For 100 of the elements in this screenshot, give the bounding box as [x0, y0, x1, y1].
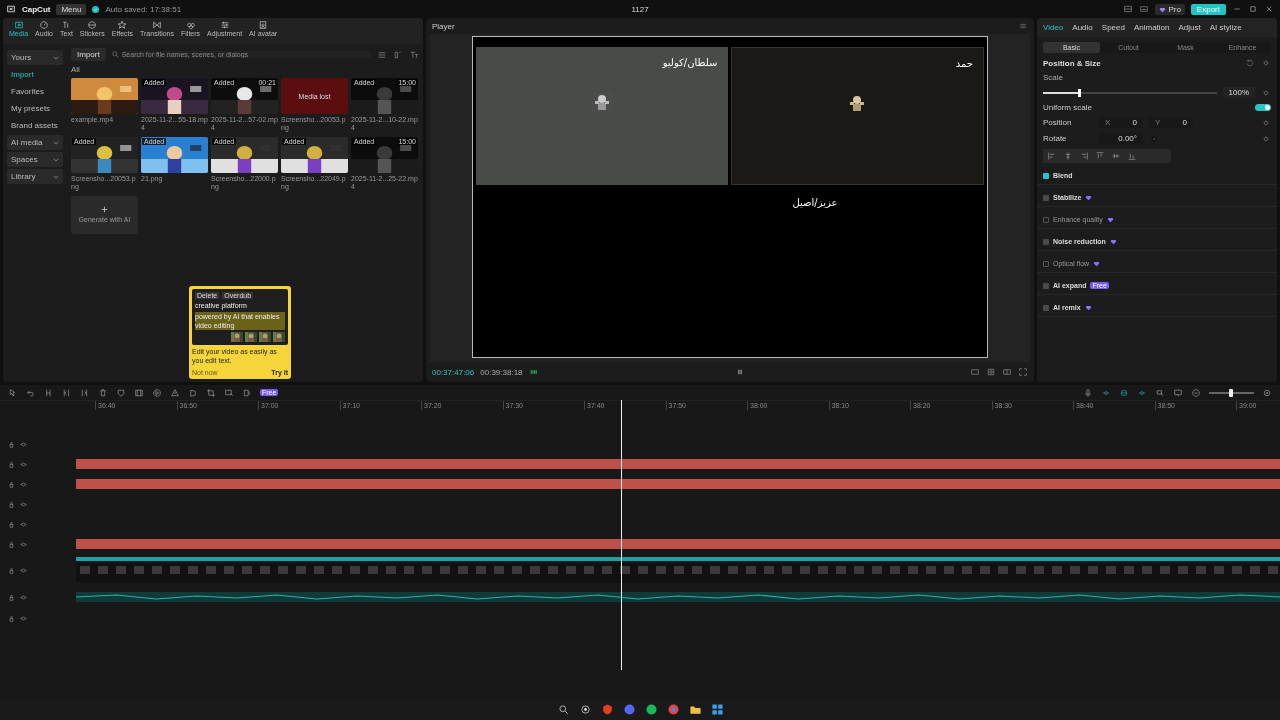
shield-icon[interactable]: [600, 702, 614, 716]
checkbox[interactable]: [1043, 304, 1049, 311]
crop-icon[interactable]: [986, 367, 996, 377]
tool-icon[interactable]: [1083, 387, 1093, 398]
align-icon[interactable]: [1111, 151, 1121, 161]
media-thumbnail[interactable]: [71, 78, 138, 114]
scale-value[interactable]: 100%: [1222, 87, 1255, 98]
video-clip[interactable]: [76, 557, 1280, 583]
slider-thumb[interactable]: [1228, 388, 1233, 397]
rotate-field[interactable]: 0.00°: [1099, 133, 1143, 144]
tool-icon[interactable]: [116, 387, 126, 398]
layout-icon[interactable]: [1002, 367, 1012, 377]
lock-icon[interactable]: [8, 480, 15, 488]
y-field[interactable]: Y 0: [1149, 117, 1193, 128]
tool-icon[interactable]: [1173, 387, 1183, 398]
align-icon[interactable]: [1063, 151, 1073, 161]
menu-button[interactable]: Menu: [56, 3, 87, 15]
text-clip[interactable]: [76, 539, 1280, 549]
tool-icon[interactable]: [98, 387, 108, 398]
lock-icon[interactable]: [8, 614, 15, 622]
inspector-tab[interactable]: Adjust: [1178, 23, 1201, 32]
checkbox[interactable]: [1043, 194, 1049, 201]
gear-icon[interactable]: [578, 702, 592, 716]
layout-icon[interactable]: [1123, 4, 1134, 14]
close-icon[interactable]: [1264, 4, 1274, 14]
lock-icon[interactable]: [8, 566, 15, 574]
eye-icon[interactable]: [20, 440, 27, 448]
audio-waveform[interactable]: [76, 592, 1280, 602]
checkbox[interactable]: [1043, 282, 1049, 289]
keyframe-icon[interactable]: [1261, 87, 1271, 98]
eye-icon[interactable]: [20, 540, 27, 548]
toggle-switch[interactable]: [1255, 104, 1271, 111]
lock-icon[interactable]: [8, 500, 15, 508]
scale-slider[interactable]: [1043, 91, 1217, 94]
align-icon[interactable]: [1047, 151, 1057, 161]
sidebar-item[interactable]: My presets: [7, 101, 63, 116]
inspector-tab[interactable]: Video: [1043, 23, 1064, 32]
tool-icon[interactable]: [62, 387, 72, 398]
search-icon[interactable]: [556, 702, 570, 716]
align-icon[interactable]: [1095, 151, 1105, 161]
inspector-tab[interactable]: AI stylize: [1209, 23, 1242, 32]
tool-icon[interactable]: [242, 387, 252, 398]
tool-icon[interactable]: [170, 387, 180, 398]
sidebar-item[interactable]: AI media: [7, 135, 63, 150]
inspector-tab[interactable]: Speed: [1101, 23, 1125, 32]
sidebar-item[interactable]: Favorites: [7, 84, 63, 99]
zoom-slider[interactable]: [1209, 391, 1254, 394]
slider-thumb[interactable]: [1078, 88, 1082, 97]
eye-icon[interactable]: [20, 480, 27, 488]
tool-icon[interactable]: [134, 387, 144, 398]
sidebar-item[interactable]: Yours: [7, 50, 63, 65]
eye-icon[interactable]: [20, 460, 27, 468]
tool-icon[interactable]: [152, 387, 162, 398]
fullscreen-icon[interactable]: [1018, 367, 1028, 377]
tool-icon[interactable]: [44, 387, 54, 398]
lock-icon[interactable]: [8, 460, 15, 468]
lock-icon[interactable]: [8, 520, 15, 528]
eye-icon[interactable]: [20, 520, 27, 528]
x-field[interactable]: X 0: [1099, 117, 1143, 128]
inspector-tab[interactable]: Audio: [1072, 23, 1093, 32]
tool-icon[interactable]: [224, 387, 234, 398]
tool-icon[interactable]: [1191, 387, 1201, 398]
eye-icon[interactable]: [20, 500, 27, 508]
sidebar-item[interactable]: Import: [7, 67, 63, 82]
windows-icon[interactable]: [710, 702, 724, 716]
tool-icon[interactable]: [1155, 387, 1165, 398]
lock-icon[interactable]: [8, 540, 15, 548]
align-icon[interactable]: [1127, 151, 1137, 161]
checkbox[interactable]: [1043, 238, 1049, 245]
import-button[interactable]: Import: [71, 48, 106, 61]
checkbox[interactable]: [1043, 172, 1049, 179]
lock-icon[interactable]: [8, 593, 15, 601]
chat-icon[interactable]: [622, 702, 636, 716]
keyboard-icon[interactable]: [1139, 4, 1150, 14]
sidebar-item[interactable]: Brand assets: [7, 118, 63, 133]
view-icon[interactable]: [393, 49, 403, 60]
sidebar-item[interactable]: Library: [7, 169, 63, 184]
inspector-tab[interactable]: Animation: [1133, 23, 1170, 32]
eye-icon[interactable]: [20, 593, 27, 601]
tool-icon[interactable]: [8, 387, 18, 398]
lock-icon[interactable]: [8, 440, 15, 448]
zoom-in-icon[interactable]: [1262, 387, 1272, 398]
tool-icon[interactable]: [188, 387, 198, 398]
sort-icon[interactable]: [377, 49, 387, 60]
keyframe-icon[interactable]: [1261, 58, 1271, 68]
tool-icon[interactable]: [80, 387, 90, 398]
keyframe-icon[interactable]: [1261, 133, 1271, 144]
align-icon[interactable]: [1079, 151, 1089, 161]
tool-icon[interactable]: [206, 387, 216, 398]
browser-icon[interactable]: [666, 702, 680, 716]
maximize-icon[interactable]: [1248, 4, 1258, 14]
text-clip[interactable]: [76, 459, 1280, 469]
keyframe-icon[interactable]: [1261, 117, 1271, 128]
eye-icon[interactable]: [20, 566, 27, 574]
text-size-icon[interactable]: [409, 49, 419, 60]
tool-icon[interactable]: [1119, 387, 1129, 398]
menu-icon[interactable]: [1018, 21, 1028, 31]
text-clip[interactable]: [76, 479, 1280, 489]
pro-button[interactable]: Pro: [1155, 3, 1185, 15]
sidebar-item[interactable]: Spaces: [7, 152, 63, 167]
